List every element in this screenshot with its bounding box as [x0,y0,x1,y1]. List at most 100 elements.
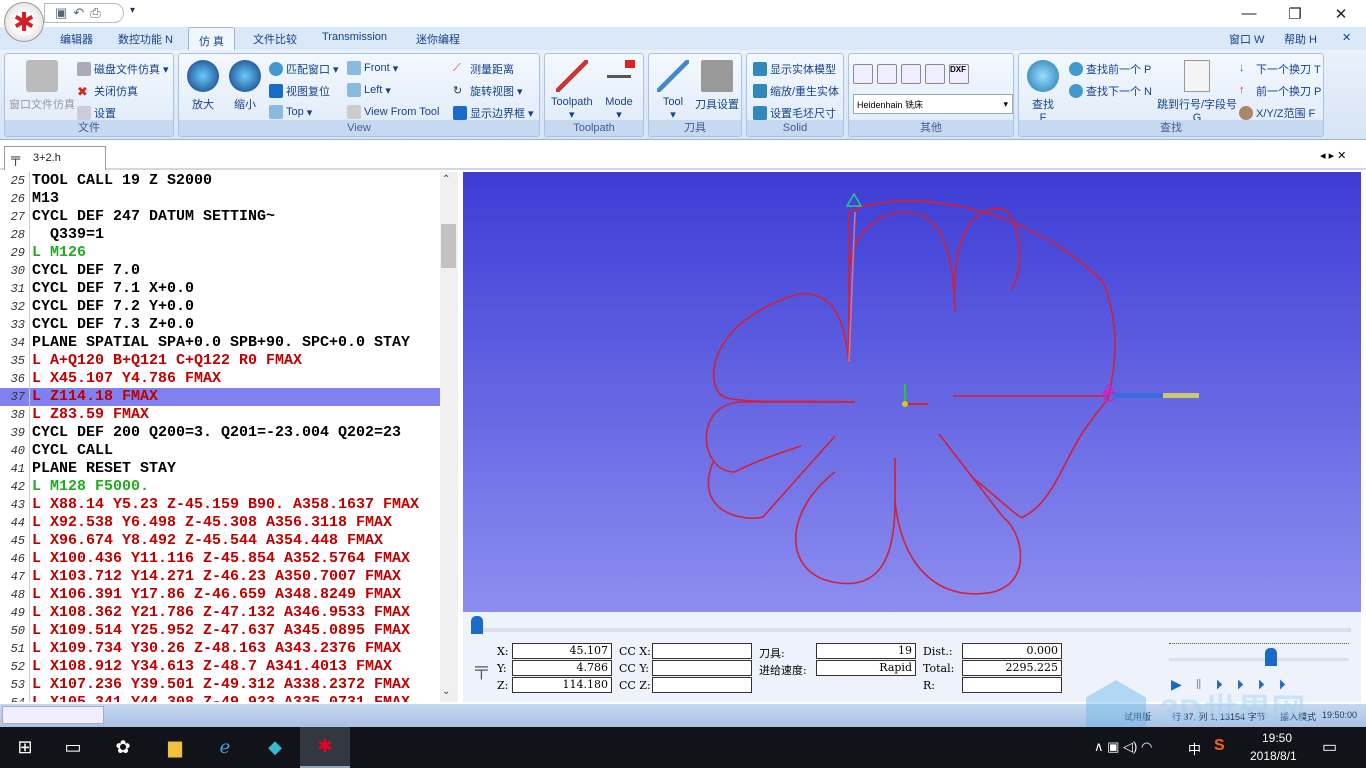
restore-button[interactable]: ❐ [1272,0,1318,27]
top-view-button[interactable]: Top ▾ [269,105,312,119]
pinwheel-app-icon[interactable]: ✿ [98,727,148,768]
code-line[interactable]: 27 CYCL DEF 247 DATUM SETTING~ [0,208,440,226]
step-icon[interactable]: ⏵ [1216,676,1223,693]
close-button[interactable]: ✕ [1318,0,1364,27]
step-z-icon[interactable]: ⏵ [1258,676,1265,693]
code-line[interactable]: 45 L X96.674 Y8.492 Z-45.544 A354.448 FMA… [0,532,440,550]
disk-file-sim-button[interactable]: 磁盘文件仿真 ▾ [77,61,169,77]
settings-button[interactable]: 设置 [77,105,116,121]
code-line[interactable]: 40 CYCL CALL [0,442,440,460]
step-block-icon[interactable]: ⏵ [1237,676,1244,693]
code-line[interactable]: 36 L X45.107 Y4.786 FMAX [0,370,440,388]
task-view-icon[interactable]: ▭ [48,727,98,768]
code-line[interactable]: 32 CYCL DEF 7.2 Y+0.0 [0,298,440,316]
window-menu[interactable]: 窗口 W [1229,31,1264,47]
view-from-tool-button[interactable]: View From Tool [347,105,439,119]
code-line[interactable]: 30 CYCL DEF 7.0 [0,262,440,280]
speed-track[interactable] [1169,658,1349,661]
tool-button[interactable]: Tool ▾ [657,60,689,121]
code-line[interactable]: 47 L X103.712 Y14.271 Z-46.23 A350.7007 F… [0,568,440,586]
code-line[interactable]: 33 CYCL DEF 7.3 Z+0.0 [0,316,440,334]
clock-time[interactable]: 19:50 [1262,731,1292,745]
code-line[interactable]: 26 M13 [0,190,440,208]
rescale-solid-button[interactable]: 缩放/重生实体 [753,83,839,99]
window-file-sim-button[interactable]: 窗口文件仿真 [9,60,75,112]
stl-icon[interactable] [925,64,945,84]
code-line[interactable]: 35 L A+Q120 B+Q121 C+Q122 R0 FMAX [0,352,440,370]
mode-button[interactable]: Mode ▾ [603,60,635,121]
code-line[interactable]: 50 L X109.514 Y25.952 Z-47.637 A345.0895 … [0,622,440,640]
code-line[interactable]: 37 L Z114.18 FMAX [0,388,440,406]
dxf-icon[interactable]: DXF [949,64,969,84]
code-line[interactable]: 52 L X108.912 Y34.613 Z-48.7 A341.4013 FM… [0,658,440,676]
next-tool-change-button[interactable]: ↓ 下一个换刀 T [1239,61,1321,77]
machine-select[interactable]: Heidenhain 铣床 ▾ [853,94,1013,114]
app-menu-button[interactable]: ✱ [4,2,44,42]
help-menu[interactable]: 帮助 H [1284,31,1317,47]
xyz-range-button[interactable]: X/Y/Z范围 F [1239,105,1315,121]
find-button[interactable]: 查找 F [1027,60,1059,124]
fit-window-button[interactable]: 匹配窗口 ▾ [269,61,339,77]
reset-view-button[interactable]: 视图复位 [269,83,330,99]
code-line[interactable]: 49 L X108.362 Y21.786 Z-47.132 A346.9533 … [0,604,440,622]
find-next-button[interactable]: 查找下一个 N [1069,83,1152,99]
code-line[interactable]: 44 L X92.538 Y6.498 Z-45.308 A356.3118 FM… [0,514,440,532]
code-line[interactable]: 39 CYCL DEF 200 Q200=3. Q201=-23.004 Q202… [0,424,440,442]
code-line[interactable]: 48 L X106.391 Y17.86 Z-46.659 A348.8249 F… [0,586,440,604]
tool-setup-button[interactable]: 刀具设置 [695,60,739,112]
code-line[interactable]: 54L X105.341 Y44.308 Z-49.923 A335.0731 … [0,694,440,702]
tab-mini-programming[interactable]: 迷你编程 [416,31,460,47]
file-explorer-icon[interactable]: ▆ [150,727,200,768]
stock-size-button[interactable]: 设置毛坯尺寸 [753,105,836,121]
progress-track[interactable] [471,628,1351,632]
pause-icon[interactable]: ‖ [1196,676,1202,693]
minimize-button[interactable]: — [1226,0,1272,27]
tab-simulation[interactable]: 仿 真 [188,27,236,51]
axis-icon[interactable] [853,64,873,84]
simulation-viewport[interactable] [463,172,1361,612]
print-icon[interactable]: ⎙ [90,5,100,21]
play-icon[interactable]: ▶ [1171,676,1182,693]
qat-customize-icon[interactable]: ▾ [130,5,135,16]
code-line[interactable]: 46 L X100.436 Y11.116 Z-45.854 A352.5764 … [0,550,440,568]
frame-icon[interactable] [901,64,921,84]
zoom-in-button[interactable]: 放大 [187,60,219,112]
scroll-thumb[interactable] [441,224,456,268]
notification-icon[interactable]: ▭ [1322,737,1337,757]
close-sim-button[interactable]: ✖ 关闭仿真 [77,83,138,99]
code-line[interactable]: 53 L X107.236 Y39.501 Z-49.312 A338.2372 … [0,676,440,694]
toolpath-button[interactable]: Toolpath ▾ [551,60,593,121]
sogou-icon[interactable]: S [1214,737,1225,755]
code-line[interactable]: 51 L X109.734 Y30.26 Z-48.163 A343.2376 F… [0,640,440,658]
machine-icon[interactable] [877,64,897,84]
tab-editor[interactable]: 编辑器 [60,31,93,47]
mdi-close-icon[interactable]: ✕ [1342,31,1351,44]
tab-nc-functions[interactable]: 数控功能 N [118,31,173,47]
code-line[interactable]: 38 L Z83.59 FMAX [0,406,440,424]
code-line[interactable]: 29 L M126 [0,244,440,262]
zoom-out-button[interactable]: 缩小 [229,60,261,112]
ie-icon[interactable]: ℯ [200,727,250,768]
code-line[interactable]: 25 TOOL CALL 19 Z S2000 [0,172,440,190]
tray-icons[interactable]: ∧ ▣ ◁) ◠ [1094,739,1152,755]
document-tab[interactable]: ╤ 3+2.h [4,146,106,170]
code-line[interactable]: 34 PLANE SPATIAL SPA+0.0 SPB+90. SPC+0.0 … [0,334,440,352]
ime-indicator[interactable]: 中 [1188,739,1201,758]
code-line[interactable]: 31 CYCL DEF 7.1 X+0.0 [0,280,440,298]
editor-scrollbar[interactable]: ⌃ ⌄ [440,172,458,702]
app-icon[interactable]: ◆ [250,727,300,768]
prev-tool-change-button[interactable]: ↑ 前一个换刀 P [1239,83,1321,99]
code-line[interactable]: 43 L X88.14 Y5.23 Z-45.159 B90. A358.1637… [0,496,440,514]
undo-icon[interactable]: ↶ [73,5,84,21]
save-icon[interactable]: ▣ [55,5,67,21]
progress-slider-thumb[interactable] [471,616,483,634]
left-view-button[interactable]: Left ▾ [347,83,391,97]
show-solid-button[interactable]: 显示实体模型 [753,61,836,77]
rotate-view-button[interactable]: ↻ 旋转视图 ▾ [453,83,523,99]
front-view-button[interactable]: Front ▾ [347,61,398,75]
start-button[interactable]: ⊞ [0,727,50,768]
measure-distance-button[interactable]: ⟋ 测量距离 [453,61,514,77]
speed-slider-thumb[interactable] [1264,648,1277,666]
goto-line-button[interactable]: 跳到行号/字段号 G [1157,60,1237,124]
step-tool-icon[interactable]: ⏵ [1279,676,1286,693]
